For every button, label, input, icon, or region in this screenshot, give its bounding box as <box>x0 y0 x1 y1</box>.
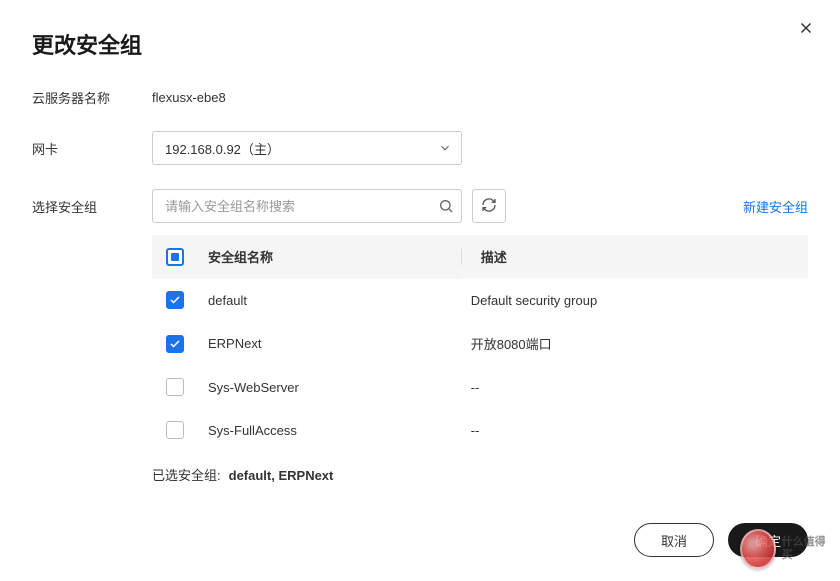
row-checkbox[interactable] <box>166 378 184 396</box>
modal-footer: 取消 确定 <box>32 503 808 557</box>
close-icon <box>797 19 815 42</box>
refresh-icon <box>481 197 497 216</box>
security-group-row: 选择安全组 新建安全组 <box>32 189 808 223</box>
table-row: Sys-FullAccess-- <box>152 409 808 452</box>
close-button[interactable] <box>794 18 818 42</box>
refresh-button[interactable] <box>472 189 506 223</box>
table-row: Sys-WebServer-- <box>152 366 808 409</box>
table-row: ERPNext开放8080端口 <box>152 322 808 366</box>
select-all-checkbox[interactable] <box>166 248 184 266</box>
selected-groups-summary: 已选安全组: default, ERPNext <box>152 465 808 484</box>
check-icon <box>169 294 181 306</box>
cell-desc: 开放8080端口 <box>461 322 808 366</box>
security-group-table: 安全组名称 描述 defaultDefault security groupER… <box>152 235 808 451</box>
cell-desc: -- <box>461 409 808 452</box>
search-icon[interactable] <box>438 198 454 214</box>
table-header-row: 安全组名称 描述 <box>152 235 808 279</box>
column-header-desc: 描述 <box>461 235 808 279</box>
cell-name: Sys-WebServer <box>198 366 461 409</box>
check-icon <box>169 338 181 350</box>
row-checkbox[interactable] <box>166 335 184 353</box>
selected-label: 已选安全组: <box>152 465 221 484</box>
nic-select[interactable]: 192.168.0.92（主） <box>152 131 462 165</box>
confirm-button[interactable]: 确定 <box>728 523 808 557</box>
security-group-search-input[interactable] <box>152 189 462 223</box>
server-name-row: 云服务器名称 flexusx-ebe8 <box>32 88 808 107</box>
cell-name: ERPNext <box>198 322 461 366</box>
table-row: defaultDefault security group <box>152 279 808 322</box>
cell-desc: -- <box>461 366 808 409</box>
security-group-table-wrap: 安全组名称 描述 defaultDefault security groupER… <box>152 235 808 484</box>
nic-selected-value: 192.168.0.92（主） <box>152 131 462 165</box>
row-checkbox[interactable] <box>166 421 184 439</box>
cancel-button[interactable]: 取消 <box>634 523 714 557</box>
cell-name: default <box>198 279 461 322</box>
security-group-controls: 新建安全组 <box>152 189 808 223</box>
server-name-value: flexusx-ebe8 <box>152 90 226 105</box>
modal-title: 更改安全组 <box>32 28 808 60</box>
column-header-name: 安全组名称 <box>198 235 461 279</box>
indeterminate-icon <box>171 253 179 261</box>
server-name-label: 云服务器名称 <box>32 88 152 107</box>
selected-values: default, ERPNext <box>229 468 334 483</box>
search-box <box>152 189 462 223</box>
new-security-group-link[interactable]: 新建安全组 <box>743 197 808 216</box>
cell-name: Sys-FullAccess <box>198 409 461 452</box>
nic-label: 网卡 <box>32 139 152 158</box>
row-checkbox[interactable] <box>166 291 184 309</box>
security-group-label: 选择安全组 <box>32 189 152 216</box>
change-security-group-modal: 更改安全组 云服务器名称 flexusx-ebe8 网卡 192.168.0.9… <box>0 0 840 581</box>
cell-desc: Default security group <box>461 279 808 322</box>
nic-row: 网卡 192.168.0.92（主） <box>32 131 808 165</box>
